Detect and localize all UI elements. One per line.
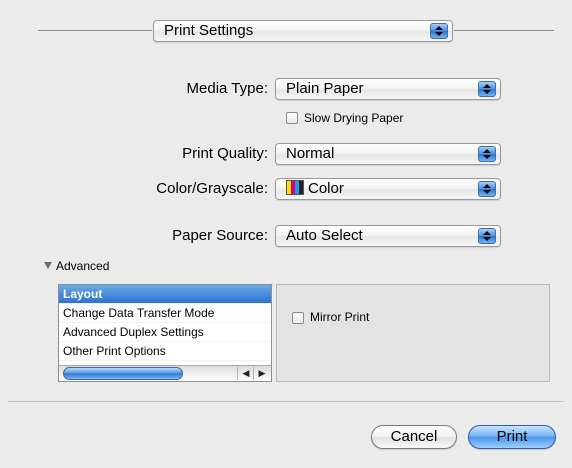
media-type-value: Plain Paper	[286, 80, 364, 97]
slow-drying-checkbox[interactable]	[286, 112, 298, 124]
scroll-right-icon[interactable]: ▶	[253, 367, 270, 380]
disclosure-triangle-icon	[44, 262, 52, 269]
print-quality-value: Normal	[286, 145, 335, 162]
footer-divider	[8, 401, 564, 402]
print-button[interactable]: Print	[468, 425, 556, 449]
popup-arrows-icon	[478, 228, 496, 244]
paper-source-label: Paper Source:	[172, 227, 268, 244]
mirror-print-checkbox[interactable]	[292, 312, 304, 324]
list-item[interactable]: Advanced Duplex Settings	[59, 323, 271, 342]
scrollbar-thumb[interactable]	[63, 367, 183, 380]
list-item[interactable]: Other Print Options	[59, 342, 271, 361]
horizontal-scrollbar[interactable]: ◀ ▶	[59, 365, 271, 381]
color-grayscale-value: Color	[308, 180, 344, 197]
advanced-options-list[interactable]: Layout Change Data Transfer Mode Advance…	[58, 284, 272, 382]
mirror-print-label: Mirror Print	[310, 310, 370, 324]
color-grayscale-label: Color/Grayscale:	[156, 180, 268, 197]
advanced-disclosure[interactable]: Advanced	[44, 259, 109, 273]
paper-source-select[interactable]: Auto Select	[275, 225, 501, 247]
print-settings-panel: Print Settings Media Type: Plain Paper S…	[0, 0, 572, 468]
advanced-label: Advanced	[56, 259, 110, 273]
color-swatch-icon	[286, 180, 304, 195]
print-quality-label: Print Quality:	[182, 145, 268, 162]
media-type-select[interactable]: Plain Paper	[275, 78, 501, 100]
popup-arrows-icon	[430, 23, 448, 39]
popup-arrows-icon	[478, 81, 496, 97]
header-divider-left	[38, 30, 152, 31]
popup-arrows-icon	[478, 146, 496, 162]
list-item[interactable]: Change Data Transfer Mode	[59, 304, 271, 323]
paper-source-value: Auto Select	[286, 227, 363, 244]
color-grayscale-select[interactable]: Color	[275, 178, 501, 200]
list-item[interactable]: Layout	[59, 285, 271, 304]
layout-options-box: Mirror Print	[276, 284, 550, 382]
popup-arrows-icon	[478, 181, 496, 197]
section-select[interactable]: Print Settings	[153, 20, 453, 42]
media-type-label: Media Type:	[186, 80, 268, 97]
cancel-button[interactable]: Cancel	[371, 425, 457, 449]
slow-drying-label: Slow Drying Paper	[304, 111, 404, 125]
section-select-value: Print Settings	[164, 22, 254, 39]
scroll-left-icon[interactable]: ◀	[237, 367, 254, 380]
print-quality-select[interactable]: Normal	[275, 143, 501, 165]
header-divider-right	[454, 30, 554, 31]
